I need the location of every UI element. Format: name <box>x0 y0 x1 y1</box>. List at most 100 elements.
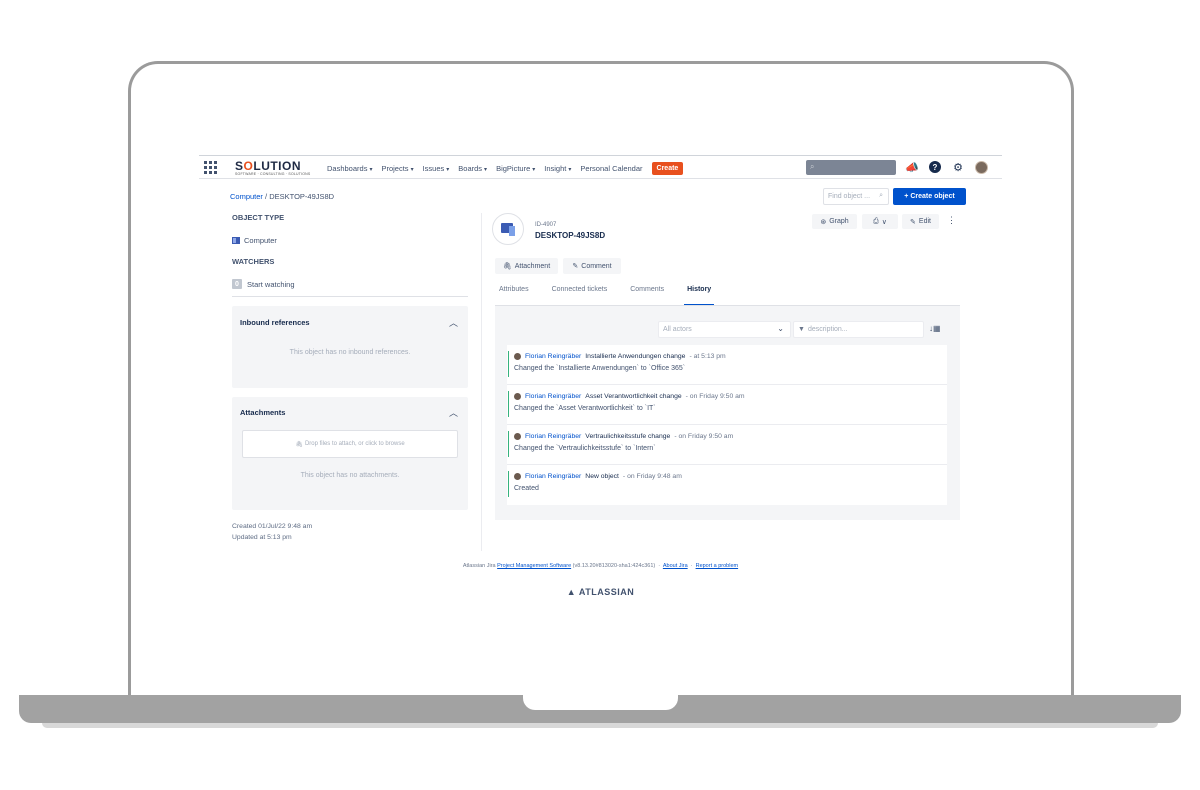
entry-detail: Changed the `Vertraulichkeitsstufe` to `… <box>514 445 656 452</box>
gear-icon[interactable]: ⚙ <box>951 160 965 174</box>
object-type-label: Computer <box>244 236 277 245</box>
find-object-placeholder: Find object ... <box>828 193 871 200</box>
history-entry: Florian Reingräber Asset Verantwortlichk… <box>507 385 947 425</box>
chevron-down-icon: ∨ <box>881 218 887 226</box>
object-sidebar: OBJECT TYPE Computer WATCHERS 0 Start wa… <box>232 213 468 289</box>
search-icon: ⌕ <box>879 192 883 199</box>
tab-comments[interactable]: Comments <box>630 286 664 306</box>
object-avatar <box>492 213 524 245</box>
attachment-button[interactable]: 🖇 Attachment <box>495 258 558 274</box>
nav-boards[interactable]: Boards ▾ <box>458 164 487 173</box>
inbound-references-panel: Inbound references ︿ This object has no … <box>232 306 468 388</box>
print-button[interactable]: ⎙ ∨ <box>862 214 898 229</box>
actors-select[interactable]: All actors ⌄ <box>658 321 791 338</box>
dropzone-label: Drop files to attach, or click to browse <box>304 441 405 447</box>
tab-attributes[interactable]: Attributes <box>499 286 529 306</box>
history-list: Florian Reingräber Installierte Anwendun… <box>507 345 947 505</box>
comment-button[interactable]: ✎ Comment <box>563 258 621 274</box>
nav-personal-calendar[interactable]: Personal Calendar <box>580 164 642 173</box>
object-tabs: Attributes Connected tickets Comments Hi… <box>499 286 734 306</box>
created-date: Created 01/Jul/22 9:48 am <box>232 523 313 530</box>
watchers-count-badge: 0 <box>232 279 242 289</box>
nav-issues[interactable]: Issues ▾ <box>423 164 450 173</box>
object-meta: Created 01/Jul/22 9:48 am Updated at 5:1… <box>232 522 312 543</box>
object-type-value[interactable]: Computer <box>232 236 468 245</box>
attachments-title: Attachments <box>240 408 286 417</box>
entry-type: Vertraulichkeitsstufe change <box>585 433 671 440</box>
nav-projects[interactable]: Projects ▾ <box>381 164 413 173</box>
entry-time: - at 5:13 pm <box>689 353 726 360</box>
nav-dashboards[interactable]: Dashboards ▾ <box>327 164 372 173</box>
chevron-down-icon: ▾ <box>484 166 488 173</box>
computer-icon <box>501 222 515 236</box>
search-input[interactable]: ⌕ <box>806 160 896 175</box>
entry-detail: Changed the `Installierte Anwendungen` t… <box>514 365 686 372</box>
megaphone-icon[interactable]: 📣 <box>905 160 919 174</box>
edit-label: Edit <box>918 218 931 225</box>
watchers-title: WATCHERS <box>232 257 275 266</box>
entry-type: Installierte Anwendungen change <box>585 353 686 360</box>
chevron-up-icon[interactable]: ︿ <box>449 406 458 419</box>
tab-history[interactable]: History <box>684 286 715 306</box>
updated-date: Updated at 5:13 pm <box>232 533 292 541</box>
column-divider <box>481 213 482 551</box>
create-object-button[interactable]: + Create object <box>893 188 966 205</box>
description-placeholder: description... <box>807 326 848 333</box>
app-switcher-icon[interactable] <box>204 161 217 174</box>
history-entry: Florian Reingräber Installierte Anwendun… <box>507 345 947 385</box>
entry-user[interactable]: Florian Reingräber <box>525 473 581 480</box>
entry-user[interactable]: Florian Reingräber <box>525 353 581 360</box>
create-button[interactable]: Create <box>651 161 684 175</box>
sort-date-icon[interactable]: ↓▦ <box>929 324 941 333</box>
avatar[interactable] <box>975 160 988 174</box>
footer: Atlassian Jira Project Management Softwa… <box>462 563 739 569</box>
entry-time: - on Friday 9:50 am <box>674 433 734 440</box>
stage: SOLUTION SOFTWARE · CONSULTING · SOLUTIO… <box>0 0 1200 790</box>
logo-wordmark: SOLUTION <box>235 159 302 173</box>
find-object-input[interactable]: Find object ... ⌕ <box>823 188 889 205</box>
description-filter-input[interactable]: ▼ description... <box>793 321 924 338</box>
atlassian-logo: ▲ ATLASSIAN <box>199 587 1002 597</box>
chevron-up-icon[interactable]: ︿ <box>449 316 458 329</box>
inbound-references-empty: This object has no inbound references. <box>289 349 411 356</box>
footer-about-link[interactable]: About Jira <box>663 563 688 569</box>
laptop-notch <box>523 695 678 710</box>
graph-label: Graph <box>829 218 849 225</box>
footer-version: (v8.13.20#813020-sha1:424c361) <box>572 563 656 569</box>
search-icon: ⌕ <box>810 162 815 171</box>
footer-report-link[interactable]: Report a problem <box>696 563 739 569</box>
breadcrumb: Computer / DESKTOP-49JS8D <box>230 192 334 201</box>
chevron-down-icon: ▾ <box>410 166 414 173</box>
entry-user[interactable]: Florian Reingräber <box>525 433 581 440</box>
filter-icon: ▼ <box>798 326 805 333</box>
edit-button[interactable]: ✎ Edit <box>902 214 939 229</box>
history-entry: Florian Reingräber Vertraulichkeitsstufe… <box>507 425 947 465</box>
comment-icon: ✎ <box>572 263 579 270</box>
more-icon[interactable]: ⋮ <box>947 215 956 226</box>
nav-insight[interactable]: Insight ▾ <box>544 164 571 173</box>
entry-detail: Changed the `Asset Verantwortlichkeit` t… <box>514 405 656 412</box>
tab-connected-tickets[interactable]: Connected tickets <box>552 286 608 306</box>
avatar <box>514 433 521 440</box>
start-watching-button[interactable]: 0 Start watching <box>232 279 468 289</box>
chevron-down-icon: ⌄ <box>777 324 784 333</box>
nav-bigpicture[interactable]: BigPicture ▾ <box>496 164 535 173</box>
graph-button[interactable]: ⊛ Graph <box>812 214 857 229</box>
logo-tagline: SOFTWARE · CONSULTING · SOLUTIONS <box>235 172 311 176</box>
chevron-down-icon: ▾ <box>532 166 536 173</box>
history-entry: Florian Reingräber New object - on Frida… <box>507 465 947 505</box>
entry-type: Asset Verantwortlichkeit change <box>585 393 682 400</box>
attachment-dropzone[interactable]: 🖇 Drop files to attach, or click to brows… <box>242 430 458 458</box>
attachment-label: Attachment <box>514 262 551 270</box>
actors-placeholder: All actors <box>663 326 692 333</box>
logo[interactable]: SOLUTION SOFTWARE · CONSULTING · SOLUTIO… <box>235 159 310 176</box>
breadcrumb-current: DESKTOP-49JS8D <box>269 192 335 201</box>
footer-pms-link[interactable]: Project Management Software <box>497 563 571 569</box>
graph-icon: ⊛ <box>820 218 827 226</box>
breadcrumb-parent[interactable]: Computer <box>230 192 263 201</box>
entry-time: - on Friday 9:50 am <box>685 393 745 400</box>
history-panel: All actors ⌄ ▼ description... ↓▦ Florian… <box>495 306 960 520</box>
chevron-down-icon: ▾ <box>446 166 450 173</box>
help-icon[interactable]: ? <box>929 161 941 173</box>
entry-user[interactable]: Florian Reingräber <box>525 393 581 400</box>
